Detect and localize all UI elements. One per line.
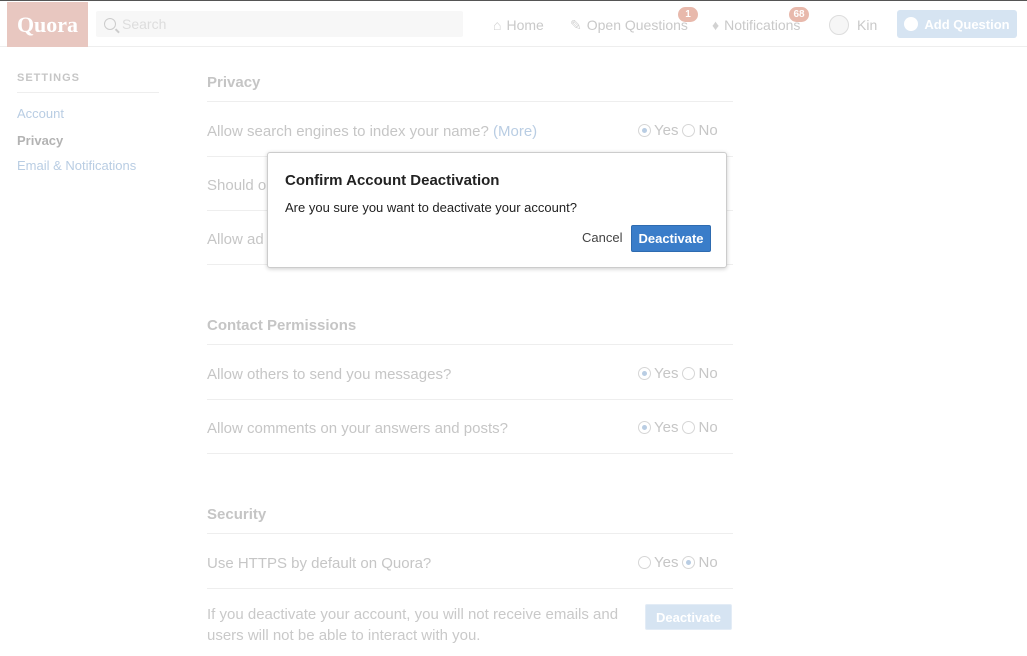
nav-notifications-label: Notifications bbox=[724, 17, 801, 33]
search-input[interactable] bbox=[122, 16, 442, 32]
section-title-contact: Contact Permissions bbox=[207, 317, 733, 345]
radio-yes[interactable] bbox=[638, 124, 651, 137]
dialog-message: Are you sure you want to deactivate your… bbox=[285, 200, 577, 215]
setting-row-messages: Allow others to send you messages? Yes N… bbox=[207, 346, 733, 400]
radio-no[interactable] bbox=[682, 124, 696, 137]
radio-no[interactable] bbox=[682, 367, 696, 380]
sidebar-item-account[interactable]: Account bbox=[17, 107, 159, 120]
radio-yes[interactable] bbox=[638, 421, 651, 434]
setting-label: Allow comments on your answers and posts… bbox=[207, 420, 508, 437]
radio-group-comments: Yes No bbox=[638, 419, 722, 436]
quora-logo[interactable]: Quora bbox=[7, 2, 88, 47]
radio-yes-label: Yes bbox=[654, 419, 679, 436]
radio-no-label: No bbox=[698, 122, 718, 139]
deactivate-description: If you deactivate your account, you will… bbox=[207, 606, 619, 644]
more-link[interactable]: (More) bbox=[493, 123, 537, 140]
top-header: Quora ⌂ Home ✎ Open Questions 1 ♦ Notifi… bbox=[0, 1, 1027, 47]
nav-notifications[interactable]: ♦ Notifications 68 bbox=[712, 7, 809, 35]
search-icon bbox=[104, 18, 116, 30]
confirm-deactivation-dialog: Confirm Account Deactivation Are you sur… bbox=[267, 152, 727, 268]
setting-row-https: Use HTTPS by default on Quora? Yes No bbox=[207, 535, 733, 589]
sidebar-item-email-notifications[interactable]: Email & Notifications bbox=[17, 159, 159, 172]
deactivate-account-button[interactable]: Deactivate bbox=[645, 604, 732, 630]
pencil-icon: ✎ bbox=[570, 16, 582, 33]
radio-no-label: No bbox=[698, 365, 718, 382]
nav-home-label: Home bbox=[506, 17, 544, 33]
nav-home[interactable]: ⌂ Home bbox=[493, 15, 544, 35]
radio-no[interactable] bbox=[682, 556, 696, 569]
setting-label: Should o bbox=[207, 177, 267, 194]
sidebar-item-privacy[interactable]: Privacy bbox=[17, 134, 159, 147]
setting-label: Allow others to send you messages? bbox=[207, 366, 452, 383]
radio-yes[interactable] bbox=[638, 367, 651, 380]
nav-open-questions[interactable]: ✎ Open Questions 1 bbox=[570, 7, 698, 35]
open-questions-badge: 1 bbox=[678, 7, 698, 22]
radio-yes-label: Yes bbox=[654, 554, 679, 571]
search-bar[interactable] bbox=[96, 11, 463, 37]
sidebar-title: SETTINGS bbox=[17, 72, 159, 93]
dialog-title: Confirm Account Deactivation bbox=[285, 172, 500, 189]
radio-yes-label: Yes bbox=[654, 365, 679, 382]
radio-yes-label: Yes bbox=[654, 122, 679, 139]
bell-icon: ♦ bbox=[712, 17, 720, 33]
radio-no[interactable] bbox=[682, 421, 696, 434]
profile-name: Kin bbox=[857, 17, 878, 33]
setting-label: Allow search engines to index your name?… bbox=[207, 123, 538, 140]
section-title-security: Security bbox=[207, 506, 733, 534]
nav-profile[interactable]: Kin bbox=[829, 15, 877, 35]
avatar bbox=[829, 15, 849, 35]
dialog-deactivate-button[interactable]: Deactivate bbox=[631, 225, 711, 252]
setting-row-search-index: Allow search engines to index your name?… bbox=[207, 103, 733, 157]
radio-no-label: No bbox=[698, 554, 718, 571]
settings-sidebar: SETTINGS Account Privacy Email & Notific… bbox=[17, 72, 159, 172]
home-icon: ⌂ bbox=[493, 17, 502, 33]
radio-yes[interactable] bbox=[638, 556, 651, 569]
add-question-button[interactable]: Add Question bbox=[897, 10, 1017, 38]
add-question-label: Add Question bbox=[924, 16, 1010, 32]
radio-group-search-index: Yes No bbox=[638, 122, 722, 139]
dialog-cancel-button[interactable]: Cancel bbox=[582, 230, 622, 245]
setting-row-comments: Allow comments on your answers and posts… bbox=[207, 400, 733, 454]
section-title-privacy: Privacy bbox=[207, 74, 733, 102]
notifications-badge: 68 bbox=[789, 7, 809, 22]
speech-bubble-icon bbox=[904, 17, 919, 31]
radio-no-label: No bbox=[698, 419, 718, 436]
setting-label: Use HTTPS by default on Quora? bbox=[207, 555, 432, 572]
nav-open-questions-label: Open Questions bbox=[586, 17, 688, 33]
radio-group-messages: Yes No bbox=[638, 365, 722, 382]
radio-group-https: Yes No bbox=[638, 554, 722, 571]
setting-label: Allow ad bbox=[207, 231, 264, 248]
